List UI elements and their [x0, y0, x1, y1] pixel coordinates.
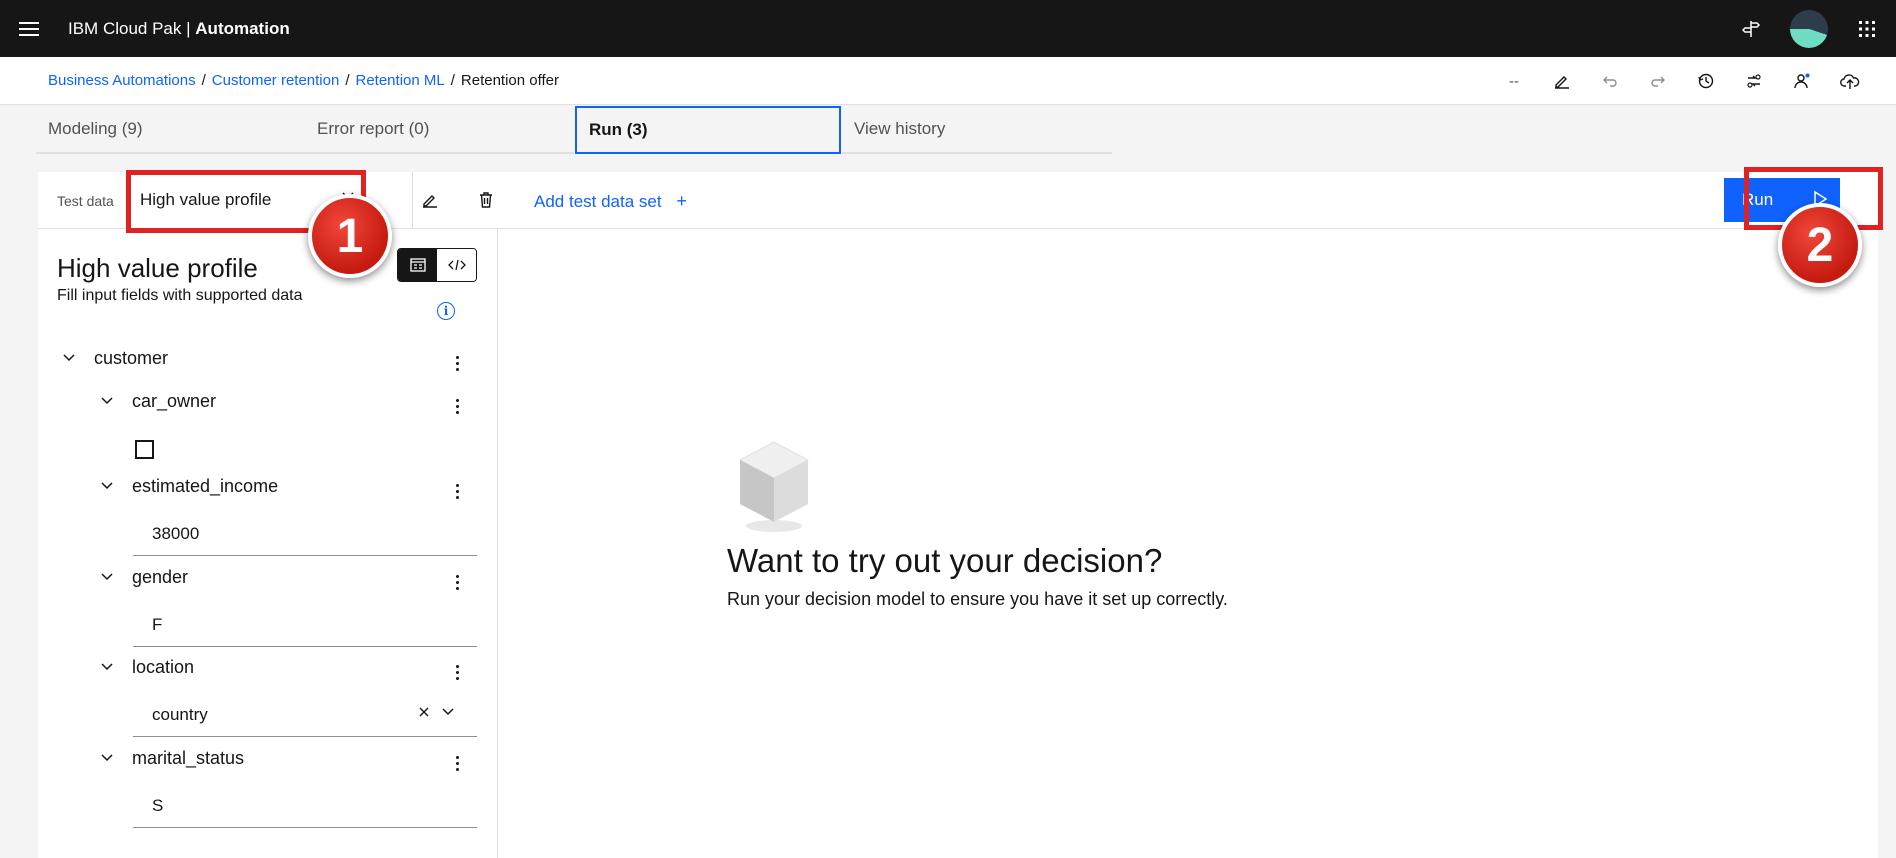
field-label-marital-status: marital_status — [132, 748, 245, 768]
collaborators-icon[interactable] — [1778, 57, 1826, 105]
tab-view-history[interactable]: View history — [842, 106, 1112, 154]
history-icon[interactable] — [1682, 57, 1730, 105]
run-panel: Test data High value profile Add test da… — [38, 172, 1878, 858]
tab-list: Modeling (9) Error report (0) Run (3) Vi… — [36, 106, 1112, 154]
panel-subtitle: Fill input fields with supported data — [57, 287, 303, 304]
overflow-menu-icon[interactable] — [447, 351, 467, 375]
tree-node-customer[interactable]: customer — [62, 348, 168, 369]
deploy-upload-icon[interactable] — [1826, 57, 1874, 105]
input-data-panel: High value profile Fill input fields wit… — [38, 229, 498, 858]
chevron-down-icon[interactable] — [100, 478, 120, 495]
brand-product: Automation — [195, 18, 290, 38]
divider — [412, 172, 413, 229]
app-switcher-icon[interactable] — [1838, 0, 1896, 57]
overflow-menu-icon[interactable] — [447, 570, 467, 594]
field-value: F — [152, 614, 163, 634]
add-test-data-set-link[interactable]: Add test data set + — [534, 191, 687, 212]
form-view-icon[interactable] — [398, 249, 437, 281]
overflow-menu-icon[interactable] — [447, 751, 467, 775]
chevron-down-icon[interactable] — [100, 659, 120, 676]
overflow-menu-icon[interactable] — [447, 479, 467, 503]
package-illustration-icon — [736, 438, 812, 539]
brand-separator: | — [186, 18, 191, 38]
panel-title: High value profile — [57, 253, 258, 283]
breadcrumb-separator: / — [201, 72, 206, 89]
brand-prefix: IBM Cloud Pak — [68, 18, 182, 38]
estimated-income-input[interactable]: 38000 — [133, 512, 477, 556]
top-header: IBM Cloud Pak | Automation — [0, 0, 1896, 57]
tree-node-car-owner[interactable]: car_owner — [100, 391, 216, 412]
step-badge-1: 1 — [308, 194, 392, 278]
tab-modeling[interactable]: Modeling (9) — [36, 106, 305, 154]
trash-icon[interactable] — [470, 184, 502, 216]
car-owner-checkbox[interactable] — [135, 440, 154, 459]
chevron-down-icon[interactable] — [441, 704, 455, 722]
status-indicator: -- — [1509, 72, 1519, 90]
tab-error-report[interactable]: Error report (0) — [305, 106, 574, 154]
compare-versions-icon[interactable] — [1730, 57, 1778, 105]
chevron-down-icon[interactable] — [62, 350, 82, 367]
tree-node-marital-status[interactable]: marital_status — [100, 748, 244, 769]
empty-state-subtitle: Run your decision model to ensure you ha… — [727, 589, 1228, 609]
field-value: 38000 — [152, 523, 200, 543]
edit-test-data-icon[interactable] — [414, 184, 446, 216]
field-label-gender: gender — [132, 567, 189, 587]
tab-run[interactable]: Run (3) — [575, 106, 841, 154]
overflow-menu-icon[interactable] — [447, 660, 467, 684]
product-brand[interactable]: IBM Cloud Pak | Automation — [68, 19, 290, 39]
avatar[interactable] — [1780, 0, 1838, 57]
chevron-down-icon[interactable] — [100, 569, 120, 586]
edit-icon[interactable] — [1538, 57, 1586, 105]
chevron-down-icon[interactable] — [100, 750, 120, 767]
breadcrumb-link-retention-ml[interactable]: Retention ML — [356, 72, 445, 89]
breadcrumb-separator: / — [450, 72, 455, 89]
breadcrumb-link-business-automations[interactable]: Business Automations — [48, 72, 196, 89]
field-label-location: location — [132, 657, 195, 677]
tree-node-label: customer — [94, 348, 169, 368]
breadcrumb: Business Automations / Customer retentio… — [48, 72, 559, 89]
test-data-label: Test data — [57, 193, 114, 209]
code-view-icon[interactable] — [437, 249, 476, 281]
breadcrumb-separator: / — [345, 72, 350, 89]
chevron-down-icon[interactable] — [100, 393, 120, 410]
field-label-estimated-income: estimated_income — [132, 476, 279, 496]
marital-status-input[interactable]: S — [133, 784, 477, 828]
field-value: country — [152, 704, 208, 724]
location-select[interactable]: country — [133, 693, 477, 737]
tree-node-location[interactable]: location — [100, 657, 194, 678]
breadcrumb-bar: Business Automations / Customer retentio… — [0, 57, 1896, 105]
info-icon[interactable]: i — [437, 302, 455, 320]
field-value: S — [152, 795, 164, 815]
redo-icon[interactable] — [1634, 57, 1682, 105]
close-icon[interactable] — [417, 704, 431, 724]
empty-state-title: Want to try out your decision? — [727, 542, 1163, 579]
breadcrumb-current: Retention offer — [460, 72, 560, 89]
tree-node-estimated-income[interactable]: estimated_income — [100, 476, 278, 497]
overflow-menu-icon[interactable] — [447, 394, 467, 418]
undo-icon[interactable] — [1586, 57, 1634, 105]
add-test-data-set-label: Add test data set — [534, 192, 662, 211]
menu-icon[interactable] — [0, 0, 57, 57]
tree-node-gender[interactable]: gender — [100, 567, 188, 588]
field-label-car-owner: car_owner — [132, 391, 217, 411]
breadcrumb-link-customer-retention[interactable]: Customer retention — [212, 72, 340, 89]
plus-icon: + — [676, 191, 687, 211]
view-mode-toggle — [397, 248, 477, 282]
signpost-icon[interactable] — [1722, 0, 1780, 57]
step-badge-2: 2 — [1778, 203, 1862, 287]
gender-input[interactable]: F — [133, 603, 477, 647]
